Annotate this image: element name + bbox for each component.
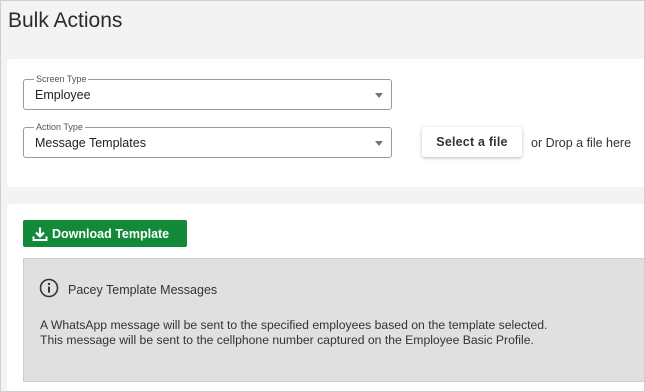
chevron-down-icon: [375, 141, 383, 146]
select-file-button[interactable]: Select a file: [422, 127, 522, 157]
drop-file-text: or Drop a file here: [531, 136, 632, 150]
screen-type-select[interactable]: Screen Type Employee: [23, 74, 392, 110]
template-card: Download Template Pacey Template Message…: [7, 204, 644, 391]
info-title: Pacey Template Messages: [68, 283, 218, 297]
action-type-value: Message Templates: [35, 136, 146, 150]
screen-type-value: Employee: [35, 88, 91, 102]
bulk-actions-window: Bulk Actions Screen Type Employee Action…: [0, 0, 645, 392]
action-type-select[interactable]: Action Type Message Templates: [23, 122, 392, 158]
info-panel: Pacey Template Messages A WhatsApp messa…: [23, 258, 644, 382]
page-title: Bulk Actions: [8, 9, 123, 32]
download-icon: [32, 226, 48, 242]
info-icon: [39, 278, 59, 298]
download-template-label: Download Template: [52, 226, 170, 241]
download-template-button[interactable]: Download Template: [23, 220, 187, 247]
info-line: A WhatsApp message will be sent to the s…: [40, 318, 548, 332]
selection-card: Screen Type Employee Action Type Message…: [7, 59, 644, 187]
action-type-label: Action Type: [34, 122, 85, 132]
chevron-down-icon: [375, 93, 383, 98]
info-line: This message will be sent to the cellpho…: [40, 333, 534, 347]
screen-type-label: Screen Type: [34, 74, 89, 84]
